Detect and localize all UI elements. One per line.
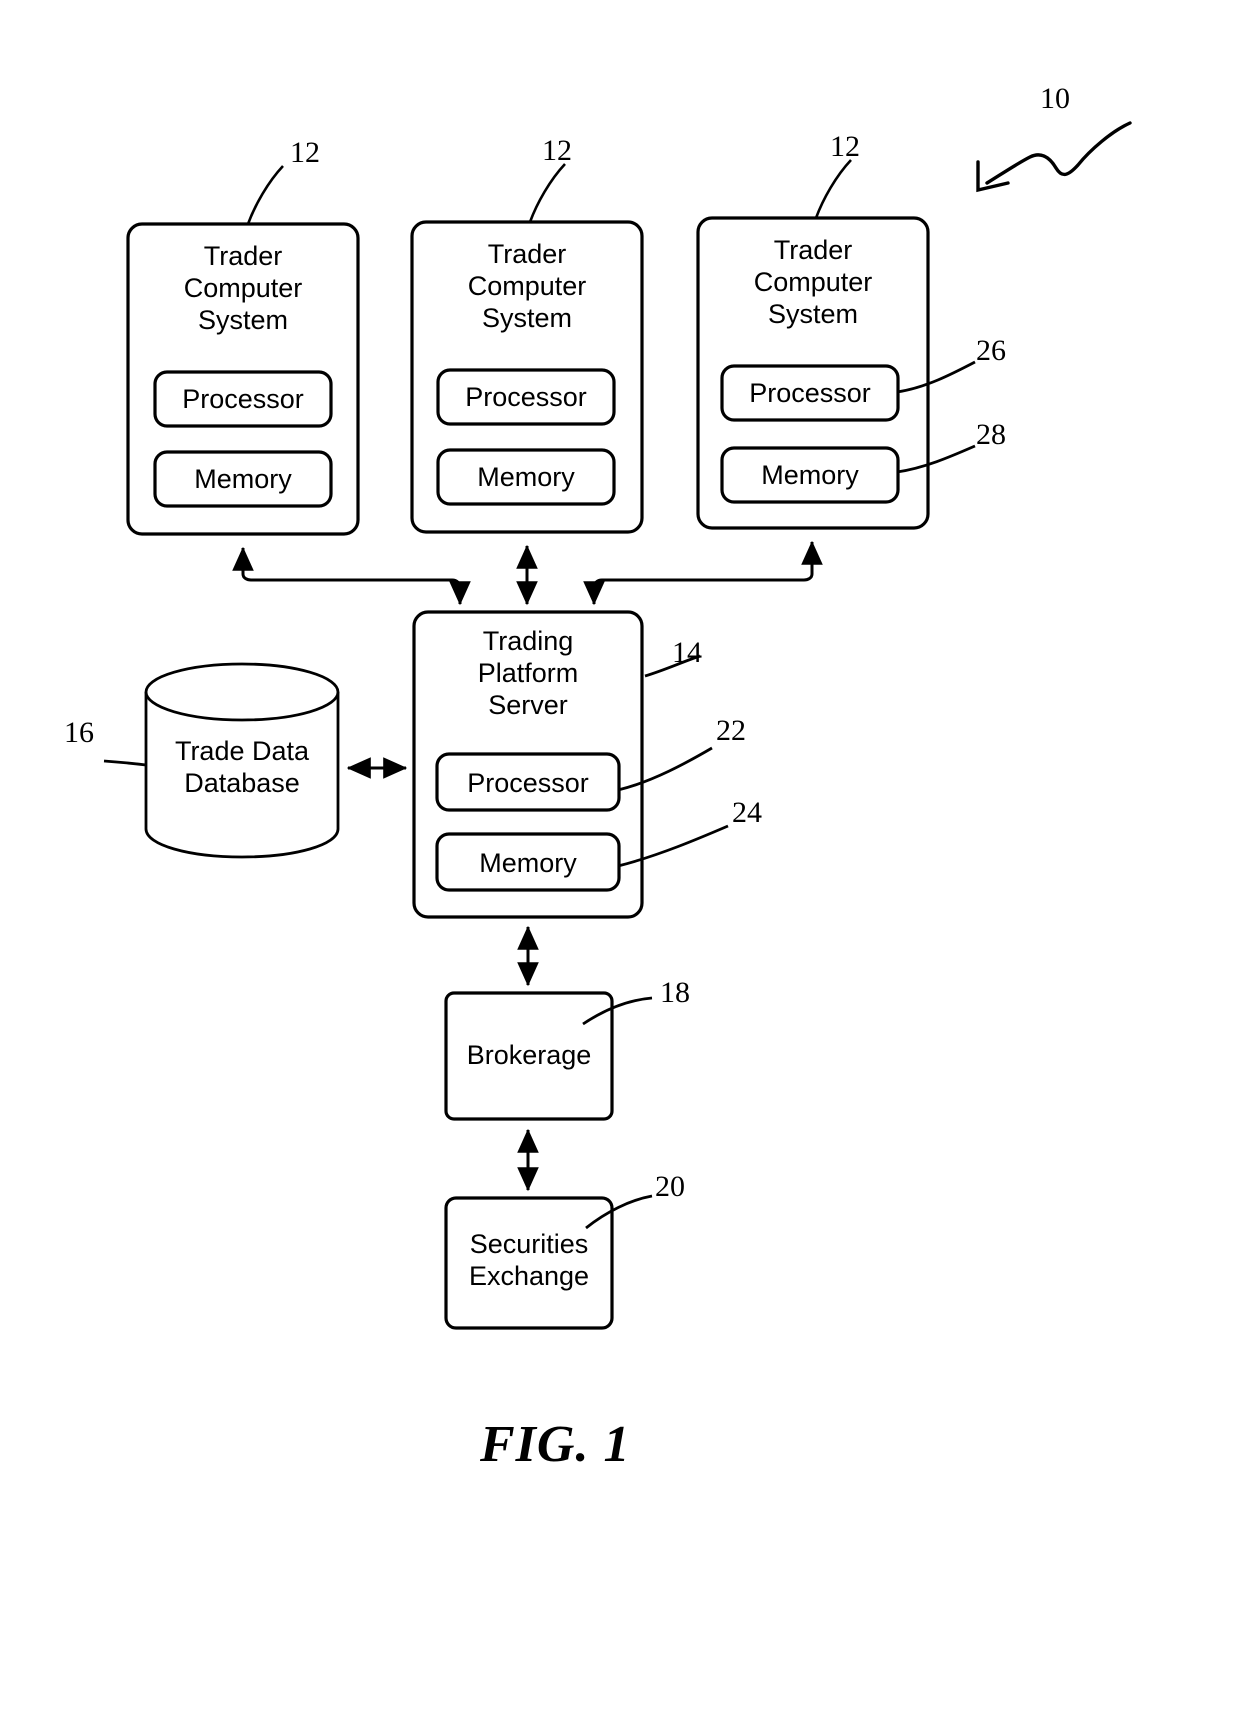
trader1-memory-box [153, 450, 333, 508]
trade-data-database-cylinder [144, 662, 340, 859]
leader-line-exchange-ref [585, 1194, 653, 1230]
leader-line-processor22-ref [617, 746, 713, 792]
ref-numeral-12-first: 12 [290, 136, 320, 169]
trader2-memory-box [436, 448, 616, 506]
leader-line-database-ref [103, 759, 147, 767]
trader3-memory-box [720, 446, 900, 504]
leader-line-brokerage-ref [582, 996, 653, 1026]
leader-line-processor26-ref [896, 360, 976, 394]
leader-line-trader2-ref [528, 163, 566, 223]
server-processor-box [435, 752, 621, 812]
trading-platform-server-box [412, 610, 644, 919]
system-ref-zigzag-arrow [976, 121, 1132, 193]
server-memory-box [435, 832, 621, 892]
trader1-processor-box [153, 370, 333, 428]
leader-line-memory24-ref [617, 824, 729, 868]
patent-figure-page: Trader Computer System Processor Memory … [0, 0, 1240, 1715]
leader-line-trader1-ref [246, 165, 284, 225]
securities-exchange-box [444, 1196, 614, 1330]
trader2-processor-box [436, 368, 616, 426]
connector-trader1-server [232, 546, 471, 606]
brokerage-box [444, 991, 614, 1121]
ref-numeral-12-third: 12 [830, 130, 860, 163]
ref-numeral-22: 22 [716, 714, 746, 747]
trader-computer-system-1-box [126, 222, 360, 536]
ref-numeral-26: 26 [976, 334, 1006, 367]
ref-numeral-14: 14 [672, 636, 702, 669]
ref-numeral-10: 10 [1040, 82, 1070, 115]
ref-numeral-20: 20 [655, 1170, 685, 1203]
trader3-processor-box [720, 364, 900, 422]
ref-numeral-16: 16 [64, 716, 94, 749]
leader-line-trader3-ref [814, 159, 852, 219]
ref-numeral-12-second: 12 [542, 134, 572, 167]
leader-line-memory28-ref [896, 444, 976, 474]
ref-numeral-28: 28 [976, 418, 1006, 451]
trader-computer-system-2-box [410, 220, 644, 534]
connector-trader3-server [583, 540, 823, 606]
ref-numeral-24: 24 [732, 796, 762, 829]
figure-caption: FIG. 1 [480, 1416, 631, 1473]
trader-computer-system-3-box [696, 216, 930, 530]
ref-numeral-18: 18 [660, 976, 690, 1009]
